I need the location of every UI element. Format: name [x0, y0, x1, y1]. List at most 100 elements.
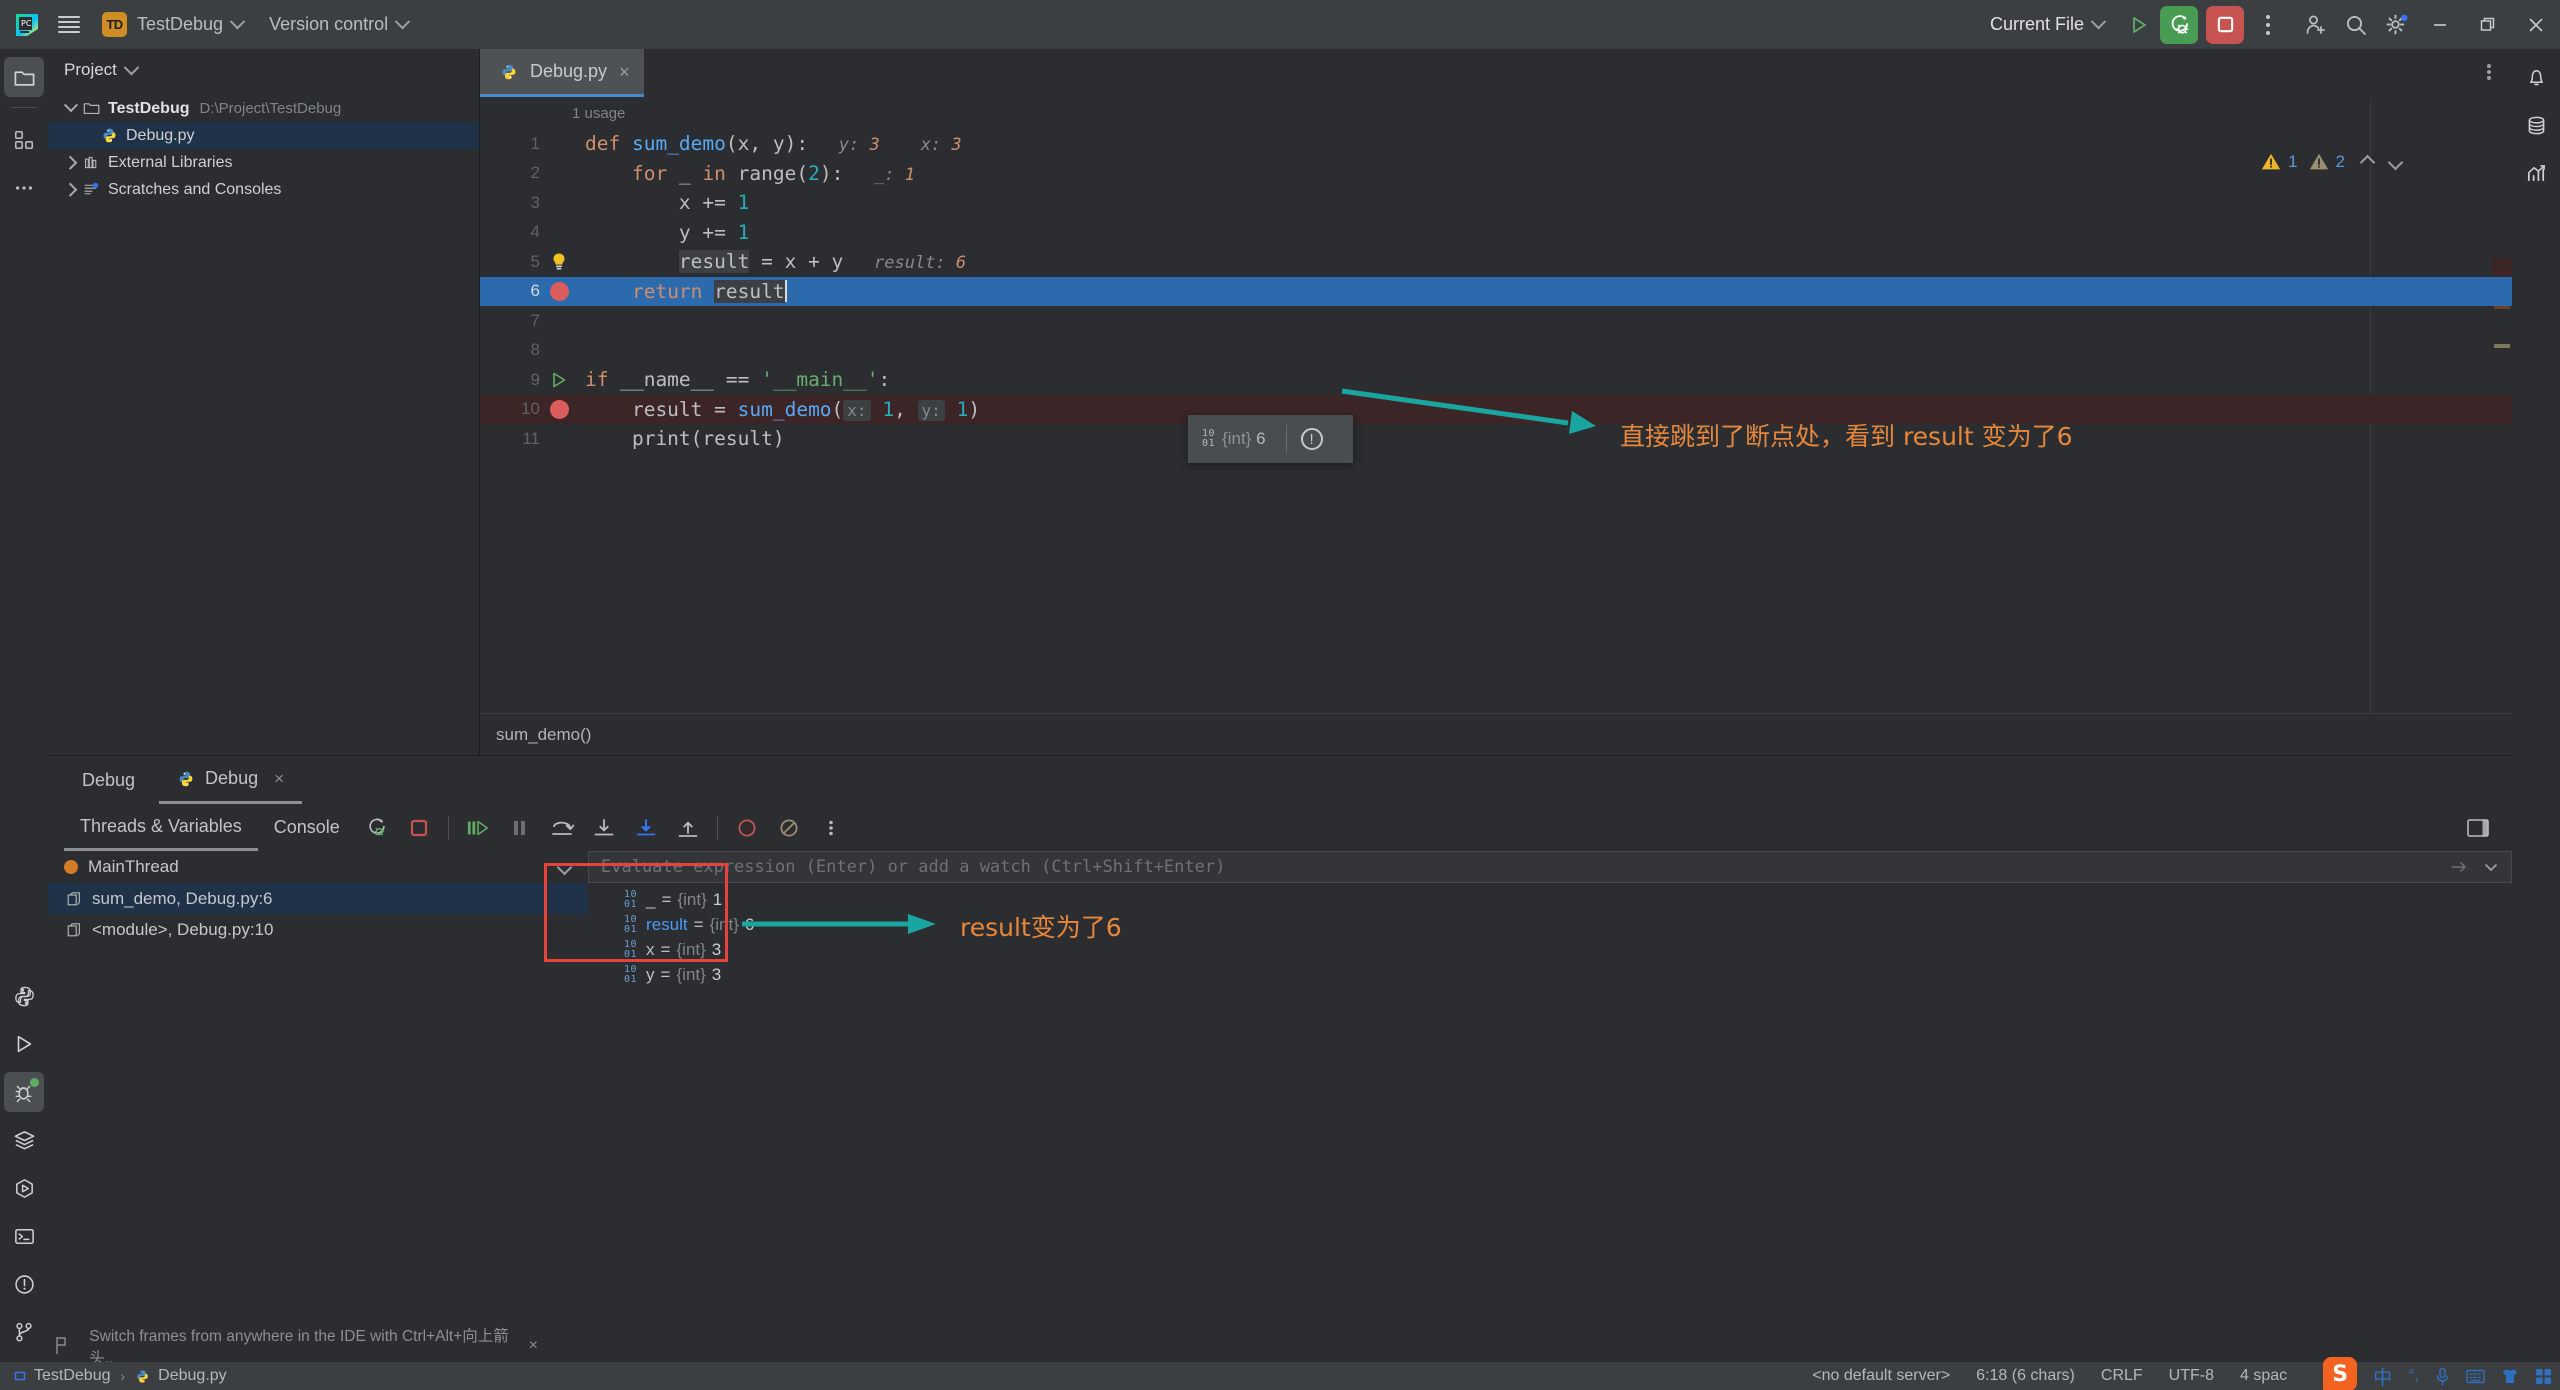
- punctuation-icon[interactable]: °,: [2408, 1367, 2419, 1385]
- maximize-icon[interactable]: [2464, 0, 2512, 49]
- frame-row[interactable]: <module>, Debug.py:10: [48, 914, 588, 945]
- chevron-right-icon[interactable]: [62, 183, 80, 197]
- status-breadcrumb-file[interactable]: Debug.py: [135, 1367, 227, 1385]
- add-account-icon[interactable]: [2296, 5, 2336, 45]
- project-selector[interactable]: TD TestDebug: [102, 12, 246, 37]
- variable-row[interactable]: 10 01 _ = {int} 1: [592, 887, 754, 912]
- view-breakpoints-icon[interactable]: [730, 811, 764, 845]
- usage-hint[interactable]: 1 usage: [572, 105, 625, 122]
- profiler-icon[interactable]: [2516, 153, 2556, 193]
- force-step-into-icon[interactable]: [629, 811, 663, 845]
- status-caret-position[interactable]: 6:18 (6 chars): [1976, 1367, 2075, 1385]
- run-icon[interactable]: [546, 365, 572, 395]
- frame-row[interactable]: sum_demo, Debug.py:6: [48, 883, 588, 914]
- minimize-icon[interactable]: [2416, 0, 2464, 49]
- chevron-right-icon[interactable]: [62, 156, 80, 170]
- chevron-down-icon[interactable]: [62, 102, 80, 116]
- variable-row[interactable]: 10 01 result = {int} 6: [592, 912, 754, 937]
- mute-breakpoints-icon[interactable]: [772, 811, 806, 845]
- sogou-icon[interactable]: S: [2323, 1357, 2358, 1390]
- voice-input-icon[interactable]: [2435, 1367, 2450, 1386]
- stop-icon[interactable]: [402, 811, 436, 845]
- debug-button[interactable]: [2160, 5, 2198, 44]
- close-icon[interactable]: ×: [529, 1337, 538, 1355]
- code-line[interactable]: 1 def sum_demo(x, y): y: 3 x: 3: [480, 129, 2512, 159]
- problems-icon[interactable]: [4, 1264, 44, 1304]
- close-icon[interactable]: [2512, 0, 2560, 49]
- chinese-mode-icon[interactable]: 中: [2373, 1363, 2392, 1390]
- stop-button[interactable]: [2206, 5, 2244, 44]
- gear-icon[interactable]: [2376, 5, 2416, 45]
- status-server[interactable]: <no default server>: [1812, 1367, 1950, 1385]
- layout-split-icon[interactable]: [2466, 817, 2490, 839]
- status-line-separator[interactable]: CRLF: [2101, 1367, 2143, 1385]
- exclamation-icon[interactable]: !: [1300, 428, 1323, 450]
- code-line[interactable]: 7: [480, 306, 2512, 336]
- breakpoint-icon[interactable]: [546, 277, 572, 307]
- chevron-down-icon[interactable]: [2387, 154, 2404, 170]
- tab-debug-session[interactable]: Debug ×: [159, 756, 303, 804]
- code-line[interactable]: 4 y += 1: [480, 218, 2512, 248]
- status-breadcrumb-project[interactable]: TestDebug: [14, 1367, 111, 1385]
- code-line[interactable]: 2 for _ in range(2): _: 1: [480, 159, 2512, 189]
- notifications-icon[interactable]: [2516, 57, 2556, 97]
- toolbox-icon[interactable]: [2535, 1368, 2552, 1385]
- code-editor[interactable]: 1 usage 1 def sum_demo(x, y): y: 3 x: 3 2 …: [480, 97, 2512, 755]
- code-line[interactable]: 5 result = x + y result: 6: [480, 247, 2512, 277]
- code-line[interactable]: 3 x += 1: [480, 188, 2512, 218]
- step-into-icon[interactable]: [587, 811, 621, 845]
- inspections-widget[interactable]: 1 2: [2260, 151, 2408, 173]
- run-anything-icon[interactable]: [4, 1168, 44, 1208]
- more-tool-windows-icon[interactable]: [4, 168, 44, 208]
- skin-icon[interactable]: [2501, 1367, 2519, 1385]
- structure-icon[interactable]: [4, 120, 44, 160]
- editor-breadcrumb[interactable]: sum_demo(): [480, 713, 2512, 755]
- tree-node-external-libraries[interactable]: External Libraries: [48, 149, 479, 176]
- evaluate-expression-input[interactable]: Evaluate expression (Enter) or add a wat…: [588, 851, 2512, 883]
- more-options-icon[interactable]: [814, 811, 848, 845]
- project-icon[interactable]: [4, 57, 44, 97]
- services-icon[interactable]: [4, 1120, 44, 1160]
- subtab-threads-variables[interactable]: Threads & Variables: [64, 804, 258, 851]
- close-icon[interactable]: ×: [619, 63, 630, 81]
- editor-tabs-options[interactable]: [2478, 59, 2500, 85]
- code-line[interactable]: 8: [480, 336, 2512, 366]
- search-icon[interactable]: [2336, 5, 2376, 45]
- run-configuration-selector[interactable]: Current File: [1990, 13, 2107, 35]
- breakpoint-icon[interactable]: [546, 395, 572, 425]
- chevron-up-icon[interactable]: [2359, 154, 2376, 170]
- debug-icon[interactable]: [4, 1072, 44, 1112]
- run-button[interactable]: [2122, 8, 2156, 42]
- step-out-icon[interactable]: [671, 811, 705, 845]
- python-console-icon[interactable]: [4, 976, 44, 1016]
- tree-node-testdebug[interactable]: TestDebug D:\Project\TestDebug: [48, 95, 479, 122]
- code-line[interactable]: 6 return result: [480, 276, 2512, 307]
- status-indent[interactable]: 4 spac: [2240, 1367, 2287, 1385]
- watch-options-icon[interactable]: [2451, 859, 2469, 875]
- rerun-debug-icon[interactable]: [360, 811, 394, 845]
- project-panel-header[interactable]: Project: [48, 49, 479, 91]
- database-icon[interactable]: [2516, 105, 2556, 145]
- resume-program-icon[interactable]: [461, 811, 495, 845]
- more-options-icon[interactable]: [2254, 8, 2282, 42]
- tab-debug-window[interactable]: Debug: [64, 756, 153, 804]
- keyboard-icon[interactable]: [2466, 1369, 2485, 1384]
- variable-row[interactable]: 10 01 y = {int} 3: [592, 962, 754, 987]
- main-menu-icon[interactable]: [58, 16, 80, 33]
- version-control-menu[interactable]: Version control: [269, 13, 411, 35]
- chevron-down-icon[interactable]: [123, 59, 140, 75]
- git-icon[interactable]: [4, 1312, 44, 1352]
- chevron-down-icon[interactable]: [556, 859, 573, 875]
- bulb-icon[interactable]: [546, 247, 572, 277]
- tree-node-debug-py[interactable]: Debug.py: [48, 122, 479, 149]
- inline-value-tooltip[interactable]: 10 01 {int} 6 !: [1188, 415, 1353, 463]
- run-icon[interactable]: [4, 1024, 44, 1064]
- terminal-icon[interactable]: [4, 1216, 44, 1256]
- subtab-console[interactable]: Console: [258, 804, 356, 851]
- status-encoding[interactable]: UTF-8: [2169, 1367, 2214, 1385]
- close-icon[interactable]: ×: [274, 769, 284, 789]
- pause-program-icon[interactable]: [503, 811, 537, 845]
- chevron-down-icon[interactable]: [2483, 859, 2499, 875]
- step-over-icon[interactable]: [545, 811, 579, 845]
- thread-selector[interactable]: MainThread: [48, 851, 588, 883]
